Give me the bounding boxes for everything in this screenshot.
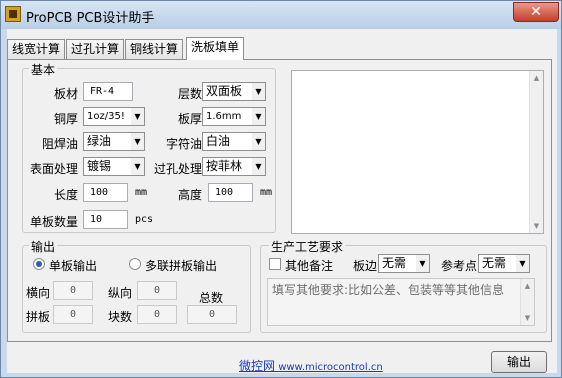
horizontal-label: 横向 xyxy=(26,286,51,300)
panel-output-radio[interactable] xyxy=(129,258,141,270)
website-link-name: 微控网 xyxy=(239,359,276,373)
board-edge-label: 板边 xyxy=(353,259,378,273)
chevron-down-icon: ▼ xyxy=(252,83,265,100)
vertical-label: 纵向 xyxy=(108,286,133,300)
silkscreen-select[interactable]: 白油 ▼ xyxy=(202,132,266,151)
info-text-area[interactable]: ▲ ▼ xyxy=(291,70,544,234)
material-field[interactable]: FR-4 xyxy=(83,82,133,101)
scroll-up-icon[interactable]: ▲ xyxy=(530,71,543,85)
solder-mask-value: 绿油 xyxy=(87,134,112,148)
tab-copper[interactable]: 铜线计算 xyxy=(125,39,184,59)
website-link-url: www.microcontrol.cn xyxy=(278,362,383,373)
notes-scrollbar[interactable]: ▲ ▼ xyxy=(520,279,534,325)
chevron-down-icon: ▼ xyxy=(131,158,144,175)
chevron-down-icon: ▼ xyxy=(516,255,529,272)
reference-point-select[interactable]: 无需 ▼ xyxy=(478,254,530,273)
via-process-label: 过孔处理 xyxy=(154,162,203,176)
layers-label: 层数 xyxy=(178,87,203,101)
quantity-label: 单板数量 xyxy=(30,215,79,229)
basic-group: 基本 板材 FR-4 层数 双面板 ▼ 铜厚 1oz/35! ▼ 板厚 1.6m… xyxy=(22,61,276,233)
app-window: ProPCB PCB设计助手 ✕ 线宽计算 过孔计算 铜线计算 洗板填单 基本 … xyxy=(0,0,562,378)
thickness-label: 板厚 xyxy=(178,112,203,126)
layers-select[interactable]: 双面板 ▼ xyxy=(202,82,266,101)
silkscreen-value: 白油 xyxy=(206,134,231,148)
app-logo-icon xyxy=(5,6,21,22)
close-button[interactable]: ✕ xyxy=(513,2,559,22)
total-field[interactable]: 0 xyxy=(187,305,237,324)
panel-output-label: 多联拼板输出 xyxy=(145,259,218,273)
single-output-radio[interactable] xyxy=(33,258,45,270)
width-unit: mm xyxy=(260,187,273,198)
scroll-down-icon[interactable]: ▼ xyxy=(521,311,534,325)
length-unit: mm xyxy=(135,187,148,198)
panel-quantity-field[interactable]: 0 xyxy=(53,305,93,324)
surface-finish-select[interactable]: 镀锡 ▼ xyxy=(83,157,145,176)
export-button[interactable]: 输出 xyxy=(491,351,547,373)
chevron-down-icon: ▼ xyxy=(131,108,144,125)
chevron-down-icon: ▼ xyxy=(131,133,144,150)
surface-finish-value: 镀锡 xyxy=(87,159,112,173)
chevron-down-icon: ▼ xyxy=(252,108,265,125)
material-label: 板材 xyxy=(54,87,79,101)
chevron-down-icon: ▼ xyxy=(252,158,265,175)
solder-mask-label: 阻焊油 xyxy=(42,137,79,151)
process-group: 生产工艺要求 其他备注 板边 无需 ▼ 参考点 无需 ▼ 填写其他要求:比如公差… xyxy=(260,238,547,333)
total-label: 总数 xyxy=(199,291,224,305)
single-output-label: 单板输出 xyxy=(49,259,98,273)
copper-value: 1oz/35! xyxy=(87,111,125,122)
vertical-field[interactable]: 0 xyxy=(137,281,177,300)
board-edge-select[interactable]: 无需 ▼ xyxy=(378,254,430,273)
quantity-unit: pcs xyxy=(135,214,154,225)
website-link[interactable]: 微控网 www.microcontrol.cn xyxy=(239,357,383,374)
reference-point-label: 参考点 xyxy=(441,259,478,273)
other-note-label: 其他备注 xyxy=(285,259,334,273)
via-process-select[interactable]: 按菲林 ▼ xyxy=(202,157,266,176)
board-edge-value: 无需 xyxy=(382,256,407,270)
process-group-title: 生产工艺要求 xyxy=(269,238,346,255)
tab-line-width[interactable]: 线宽计算 xyxy=(7,39,66,59)
output-group-title: 输出 xyxy=(29,238,58,255)
scroll-up-icon[interactable]: ▲ xyxy=(521,279,534,293)
tab-panel: 基本 板材 FR-4 层数 双面板 ▼ 铜厚 1oz/35! ▼ 板厚 1.6m… xyxy=(7,59,552,342)
info-scrollbar[interactable]: ▲ ▼ xyxy=(529,71,543,233)
other-note-checkbox[interactable] xyxy=(269,258,281,270)
blocks-label: 块数 xyxy=(108,310,133,324)
chevron-down-icon: ▼ xyxy=(416,255,429,272)
horizontal-field[interactable]: 0 xyxy=(53,281,93,300)
reference-point-value: 无需 xyxy=(482,256,507,270)
chevron-down-icon: ▼ xyxy=(252,133,265,150)
tab-board-order[interactable]: 洗板填单 xyxy=(186,37,245,60)
scroll-down-icon[interactable]: ▼ xyxy=(530,219,543,233)
window-title: ProPCB PCB设计助手 xyxy=(26,11,155,26)
other-notes-placeholder: 填写其他要求:比如公差、包装等等其他信息 xyxy=(272,283,505,297)
quantity-input[interactable]: 10 xyxy=(83,210,128,229)
surface-finish-label: 表面处理 xyxy=(30,162,79,176)
panel-quantity-label: 拼板 xyxy=(26,310,51,324)
thickness-value: 1.6mm xyxy=(206,111,242,122)
width-input[interactable]: 100 xyxy=(208,183,253,202)
copper-label: 铜厚 xyxy=(54,112,79,126)
copper-select[interactable]: 1oz/35! ▼ xyxy=(83,107,145,126)
layers-value: 双面板 xyxy=(206,84,243,98)
other-notes-textarea[interactable]: 填写其他要求:比如公差、包装等等其他信息 ▲ ▼ xyxy=(267,278,535,326)
tab-strip: 线宽计算 过孔计算 铜线计算 洗板填单 xyxy=(7,37,557,60)
via-process-value: 按菲林 xyxy=(206,159,243,173)
client-area: 线宽计算 过孔计算 铜线计算 洗板填单 基本 板材 FR-4 层数 双面板 ▼ … xyxy=(7,29,557,373)
output-group: 输出 单板输出 多联拼板输出 横向 0 纵向 0 总数 拼板 0 块数 0 0 xyxy=(22,238,251,333)
solder-mask-select[interactable]: 绿油 ▼ xyxy=(83,132,145,151)
length-label: 长度 xyxy=(54,188,79,202)
width-label: 高度 xyxy=(178,188,203,202)
silkscreen-label: 字符油 xyxy=(166,137,203,151)
blocks-field[interactable]: 0 xyxy=(137,305,177,324)
thickness-select[interactable]: 1.6mm ▼ xyxy=(202,107,266,126)
title-bar: ProPCB PCB设计助手 ✕ xyxy=(1,1,561,29)
length-input[interactable]: 100 xyxy=(83,183,128,202)
tab-via[interactable]: 过孔计算 xyxy=(66,39,125,59)
basic-group-title: 基本 xyxy=(29,61,58,78)
